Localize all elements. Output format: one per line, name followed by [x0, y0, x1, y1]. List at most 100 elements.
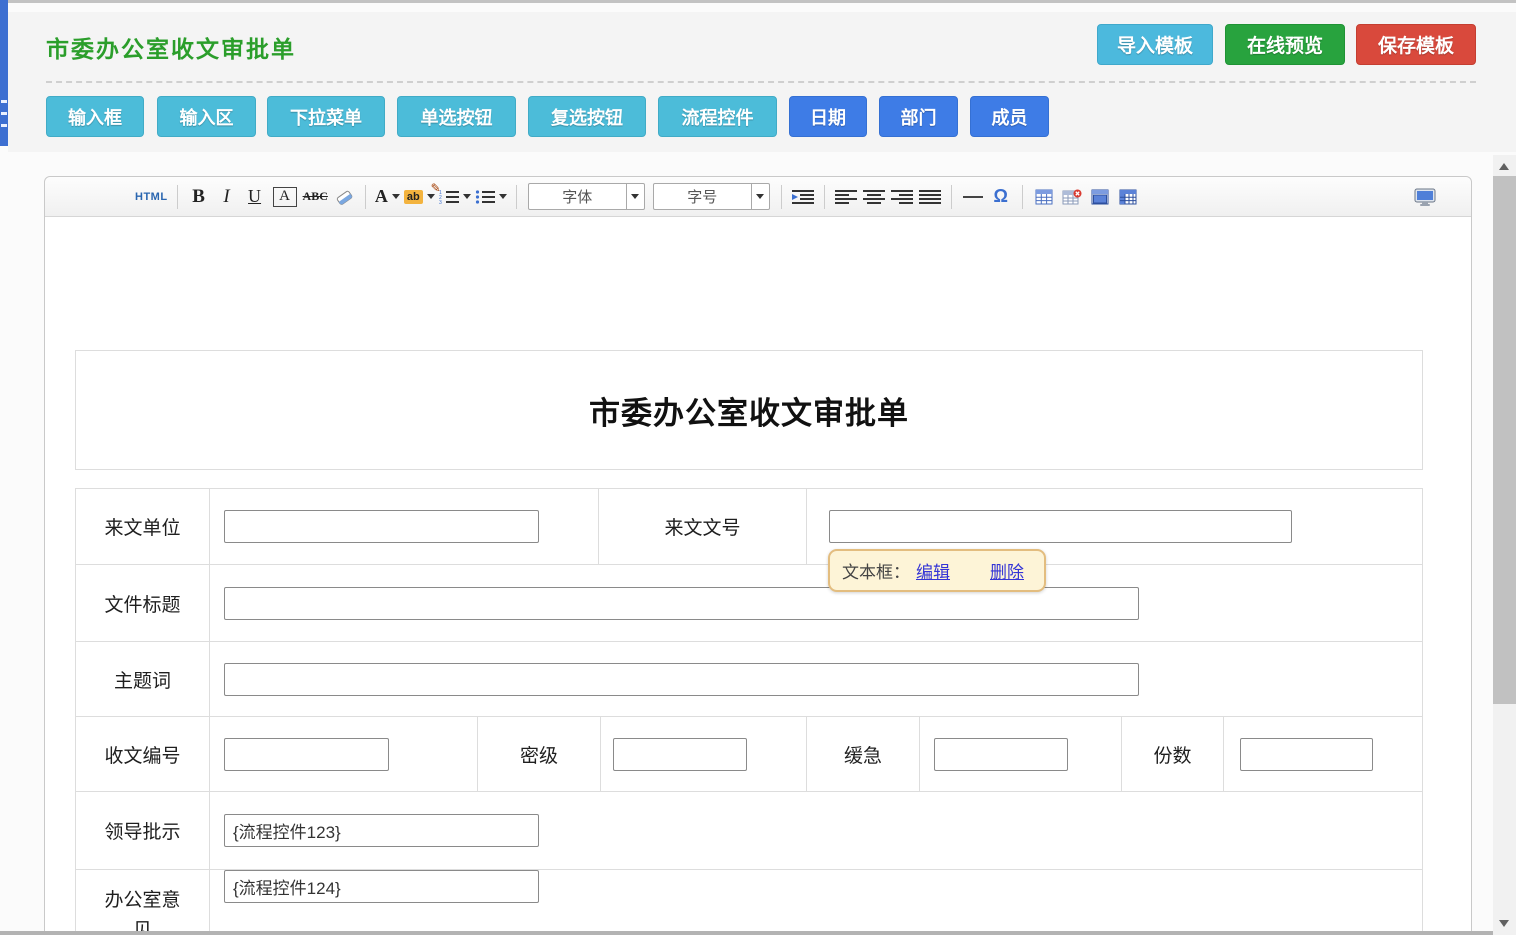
import-template-button[interactable]: 导入模板: [1097, 24, 1213, 65]
align-left-button[interactable]: [834, 184, 858, 210]
toolbar-separator: [781, 185, 782, 209]
align-justify-button[interactable]: [918, 184, 942, 210]
bangongshi-yijian-input[interactable]: [224, 870, 539, 903]
scrollbar-thumb[interactable]: [1493, 176, 1516, 704]
table-row: 主题词: [76, 641, 1422, 716]
font-family-select[interactable]: 字体: [528, 183, 645, 210]
left-edge-mark: [1, 124, 7, 127]
table-row: 文件标题: [76, 564, 1422, 641]
toolbox-input-area-button[interactable]: 输入区: [157, 96, 256, 137]
cell-shouwen-bianhao-input: [209, 717, 477, 791]
toolbox-radio-button[interactable]: 单选按钮: [397, 96, 516, 137]
delete-table-button[interactable]: [1060, 184, 1084, 210]
toolbar-separator: [177, 185, 178, 209]
toolbox-checkbox-button[interactable]: 复选按钮: [528, 96, 646, 137]
toolbox-date-button[interactable]: 日期: [789, 96, 867, 137]
left-edge-panel: [0, 0, 8, 146]
bold-button[interactable]: B: [187, 184, 211, 210]
page-title: 市委办公室收文审批单: [46, 30, 296, 64]
scroll-down-arrow[interactable]: [1499, 920, 1509, 927]
cell-zhutici-input: [209, 642, 1422, 716]
font-color-button[interactable]: A: [375, 184, 400, 210]
label-laiwen-wenhao: 来文文号: [598, 489, 806, 564]
toolbar-separator: [516, 185, 517, 209]
header-divider: [46, 81, 1476, 83]
online-preview-button[interactable]: 在线预览: [1225, 24, 1345, 65]
svg-text:3: 3: [439, 200, 442, 205]
delete-link[interactable]: 删除: [990, 558, 1024, 583]
label-wenjian-biaoti: 文件标题: [76, 565, 209, 641]
zhutici-input[interactable]: [224, 663, 1139, 696]
cell-huanji-input: [919, 717, 1121, 791]
source-code-button[interactable]: HTML: [135, 184, 168, 210]
form-title-box[interactable]: 市委办公室收文审批单: [75, 350, 1423, 470]
indent-button[interactable]: [791, 184, 815, 210]
left-edge-mark: [1, 112, 7, 115]
window-bottom-border: [0, 931, 1493, 935]
font-size-select[interactable]: 字号: [653, 183, 770, 210]
table-row: 领导批示: [76, 791, 1422, 869]
align-center-button[interactable]: [862, 184, 886, 210]
underline-button[interactable]: U: [243, 184, 267, 210]
chevron-down-icon: [427, 194, 435, 199]
unordered-list-button[interactable]: [475, 184, 507, 210]
scroll-up-arrow[interactable]: [1499, 163, 1509, 170]
strikethrough-button[interactable]: ABC: [303, 184, 328, 210]
special-char-button[interactable]: Ω: [989, 184, 1013, 210]
remove-format-eraser-button[interactable]: [332, 184, 356, 210]
header-panel: 市委办公室收文审批单 导入模板 在线预览 保存模板 输入框 输入区 下拉菜单 单…: [8, 12, 1516, 152]
chevron-down-icon: [392, 194, 400, 199]
vertical-scrollbar[interactable]: [1493, 155, 1516, 935]
lingdao-pishi-input[interactable]: [224, 814, 539, 847]
page: 市委办公室收文审批单 导入模板 在线预览 保存模板 输入框 输入区 下拉菜单 单…: [0, 0, 1516, 935]
label-huanji: 缓急: [806, 717, 919, 791]
edit-link[interactable]: 编辑: [916, 558, 950, 583]
chevron-down-icon: [751, 184, 769, 209]
toolbox-member-button[interactable]: 成员: [970, 96, 1049, 137]
form-title: 市委办公室收文审批单: [589, 388, 909, 433]
highlight-color-button[interactable]: ab✎: [404, 184, 435, 210]
label-shouwen-bianhao: 收文编号: [76, 717, 209, 791]
window-top-border: [0, 0, 1516, 3]
align-right-button[interactable]: [890, 184, 914, 210]
laiwen-wenhao-input[interactable]: [829, 510, 1292, 543]
label-laiwen-danwei: 来文单位: [76, 489, 209, 564]
cell-laiwen-danwei-input: [209, 489, 598, 564]
toolbar-separator: [1022, 185, 1023, 209]
toolbox-dropdown-button[interactable]: 下拉菜单: [267, 96, 385, 137]
table-properties-button[interactable]: [1116, 184, 1140, 210]
table-row: 来文单位 来文文号: [76, 489, 1422, 564]
toolbox-input-box-button[interactable]: 输入框: [46, 96, 144, 137]
laiwen-danwei-input[interactable]: [224, 510, 539, 543]
rich-text-editor: HTML B I U A ABC A ab✎ 123 字体: [44, 176, 1472, 935]
save-template-button[interactable]: 保存模板: [1356, 24, 1476, 65]
toolbar-separator: [951, 185, 952, 209]
horizontal-rule-button[interactable]: [961, 184, 985, 210]
label-zhutici: 主题词: [76, 642, 209, 716]
table-row: 收文编号 密级 缓急 份数: [76, 716, 1422, 791]
cell-bangongshi-yijian-input: [209, 870, 1422, 935]
cell-properties-button[interactable]: [1088, 184, 1112, 210]
cell-wenjian-biaoti-input: [209, 565, 1422, 641]
miji-input[interactable]: [613, 738, 747, 771]
chevron-down-icon: [463, 194, 471, 199]
cell-lingdao-pishi-input: [209, 792, 1422, 869]
toolbox-flow-control-button[interactable]: 流程控件: [658, 96, 777, 137]
pencil-icon: ✎: [431, 181, 441, 195]
fenshu-input[interactable]: [1240, 738, 1373, 771]
huanji-input[interactable]: [934, 738, 1068, 771]
insert-table-button[interactable]: [1032, 184, 1056, 210]
ordered-list-button[interactable]: 123: [439, 184, 471, 210]
italic-button[interactable]: I: [215, 184, 239, 210]
format-a-button[interactable]: A: [273, 187, 297, 207]
label-fenshu: 份数: [1121, 717, 1223, 791]
toolbar-separator: [824, 185, 825, 209]
fullscreen-button[interactable]: [1413, 184, 1437, 210]
toolbox-department-button[interactable]: 部门: [879, 96, 958, 137]
textbox-context-tooltip: 文本框： 编辑 删除: [828, 549, 1046, 592]
form-table: 来文单位 来文文号 文件标题 主题词: [75, 488, 1423, 935]
tooltip-label: 文本框：: [842, 558, 910, 583]
shouwen-bianhao-input[interactable]: [224, 738, 389, 771]
chevron-down-icon: [626, 184, 644, 209]
label-miji: 密级: [477, 717, 600, 791]
